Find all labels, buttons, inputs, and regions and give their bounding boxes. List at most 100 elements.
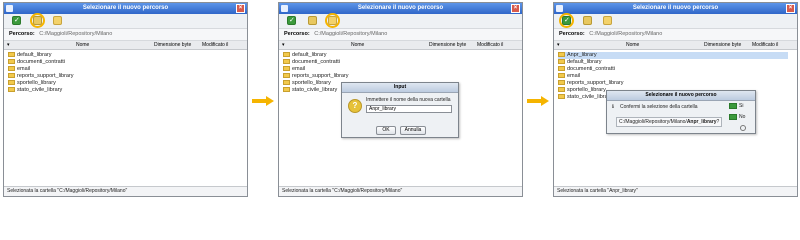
list-item[interactable]: default_library bbox=[8, 52, 52, 59]
column-header: ▾ Nome Dimensione byte Modificato il bbox=[554, 41, 797, 50]
arrow-shaft bbox=[527, 99, 542, 103]
col-size[interactable]: Dimensione byte bbox=[429, 41, 466, 49]
list-item[interactable]: default_library bbox=[283, 52, 327, 59]
item-label: email bbox=[292, 66, 306, 72]
col-size[interactable]: Dimensione byte bbox=[154, 41, 191, 49]
path-row: Percorso: C:/Maggioli/Repository/Milano bbox=[279, 29, 522, 41]
list-item[interactable]: sportello_library bbox=[283, 80, 331, 87]
arrow-head bbox=[541, 96, 549, 106]
path-label: Percorso: bbox=[559, 31, 585, 37]
toolbar bbox=[4, 13, 247, 29]
folder-up-icon[interactable] bbox=[583, 16, 592, 25]
folder-icon bbox=[8, 80, 15, 86]
item-label: sportello_library bbox=[567, 87, 606, 93]
close-button[interactable]: × bbox=[236, 4, 245, 13]
new-folder-icon[interactable] bbox=[53, 16, 62, 25]
list-item[interactable]: email bbox=[8, 66, 30, 73]
dialog-message: Confermi la selezione della cartella bbox=[620, 104, 698, 110]
ok-button[interactable]: OK bbox=[376, 126, 396, 135]
list-item[interactable]: documenti_contratti bbox=[283, 59, 340, 66]
folder-chooser-window-2: Selezionare il nuovo percorso × Percorso… bbox=[278, 2, 523, 197]
path-value: C:/Maggioli/Repository/Milano bbox=[314, 31, 388, 37]
folder-name-input[interactable]: Anpr_library bbox=[366, 105, 452, 113]
info-icon: ℹ bbox=[612, 104, 614, 110]
col-name[interactable]: Nome bbox=[626, 41, 639, 49]
item-label: sportello_library bbox=[17, 80, 56, 86]
col-modified[interactable]: Modificato il bbox=[752, 41, 778, 49]
col-name[interactable]: Nome bbox=[76, 41, 89, 49]
column-header: ▾ Nome Dimensione byte Modificato il bbox=[4, 41, 247, 50]
col-modified[interactable]: Modificato il bbox=[202, 41, 228, 49]
check-icon[interactable] bbox=[287, 16, 296, 25]
folder-icon bbox=[8, 73, 15, 79]
item-label: email bbox=[17, 66, 31, 72]
cancel-button[interactable]: Annulla bbox=[400, 126, 426, 135]
col-name[interactable]: Nome bbox=[351, 41, 364, 49]
item-label: sportello_library bbox=[292, 80, 331, 86]
window-titlebar: Selezionare il nuovo percorso × bbox=[554, 3, 797, 14]
list-item-selected[interactable]: Anpr_library bbox=[558, 52, 788, 59]
window-titlebar: Selezionare il nuovo percorso × bbox=[4, 3, 247, 14]
arrow-head bbox=[266, 96, 274, 106]
folder-icon bbox=[283, 52, 290, 58]
folder-icon bbox=[558, 80, 565, 86]
list-item[interactable]: stato_civile_library bbox=[558, 94, 612, 101]
window-title: Selezionare il nuovo percorso bbox=[82, 5, 169, 11]
list-item[interactable]: sportello_library bbox=[558, 87, 606, 94]
folder-icon: ▾ bbox=[282, 42, 285, 48]
app-icon bbox=[556, 5, 563, 12]
folder-icon bbox=[283, 59, 290, 65]
check-icon[interactable] bbox=[12, 16, 21, 25]
window-title: Selezionare il nuovo percorso bbox=[357, 5, 444, 11]
toolbar bbox=[279, 13, 522, 29]
list-item[interactable]: reports_support_library bbox=[558, 80, 624, 87]
list-item[interactable]: stato_civile_library bbox=[283, 87, 337, 94]
item-label: default_library bbox=[17, 52, 52, 58]
folder-up-icon[interactable] bbox=[308, 16, 317, 25]
item-label: Anpr_library bbox=[567, 52, 597, 58]
list-item[interactable]: documenti_contratti bbox=[8, 59, 65, 66]
list-item[interactable]: email bbox=[558, 73, 580, 80]
status-bar: Selezionata la cartella "C:/Maggioli/Rep… bbox=[279, 186, 522, 196]
selected-path: C:/Maggioli/Repository/Milano/Anpr_libra… bbox=[616, 117, 723, 127]
confirm-dialog: Selezionare il nuovo percorso ℹ Confermi… bbox=[606, 90, 756, 134]
list-item[interactable]: sportello_library bbox=[8, 80, 56, 87]
folder-icon: ▾ bbox=[7, 42, 10, 48]
highlight-circle bbox=[559, 13, 574, 28]
close-button[interactable]: × bbox=[786, 4, 795, 13]
folder-chooser-window-3: Selezionare il nuovo percorso × Percorso… bbox=[553, 2, 798, 197]
close-button[interactable]: × bbox=[511, 4, 520, 13]
arrow-shaft bbox=[252, 99, 267, 103]
list-item[interactable]: stato_civile_library bbox=[8, 87, 62, 94]
item-label: default_library bbox=[292, 52, 327, 58]
highlight-circle bbox=[30, 13, 45, 28]
list-item[interactable]: default_library bbox=[558, 59, 602, 66]
yes-icon[interactable] bbox=[729, 103, 737, 109]
question-icon: ? bbox=[348, 99, 362, 113]
new-folder-icon[interactable] bbox=[603, 16, 612, 25]
path-folder: Anpr_library bbox=[686, 119, 717, 125]
path-label: Percorso: bbox=[9, 31, 35, 37]
yes-button[interactable]: Si bbox=[739, 103, 743, 109]
list-item[interactable]: reports_support_library bbox=[8, 73, 74, 80]
arrow-right-icon bbox=[527, 96, 549, 106]
status-bar: Selezionata la cartella "Anpr_library" bbox=[554, 186, 797, 196]
col-size[interactable]: Dimensione byte bbox=[704, 41, 741, 49]
col-modified[interactable]: Modificato il bbox=[477, 41, 503, 49]
folder-chooser-window-1: Selezionare il nuovo percorso × Percorso… bbox=[3, 2, 248, 197]
list-item[interactable]: documenti_contratti bbox=[558, 66, 615, 73]
path-value: C:/Maggioli/Repository/Milano bbox=[39, 31, 113, 37]
app-icon bbox=[6, 5, 13, 12]
arrow-right-icon bbox=[252, 96, 274, 106]
column-header: ▾ Nome Dimensione byte Modificato il bbox=[279, 41, 522, 50]
item-label: documenti_contratti bbox=[292, 59, 340, 65]
no-button[interactable]: No bbox=[739, 114, 745, 120]
window-titlebar: Selezionare il nuovo percorso × bbox=[279, 3, 522, 14]
no-icon[interactable] bbox=[729, 114, 737, 120]
path-row: Percorso: C:/Maggioli/Repository/Milano bbox=[554, 29, 797, 41]
folder-icon bbox=[283, 73, 290, 79]
file-list: Anpr_library default_library documenti_c… bbox=[554, 50, 797, 183]
list-item[interactable]: email bbox=[283, 66, 305, 73]
item-label: email bbox=[567, 73, 581, 79]
list-item[interactable]: reports_support_library bbox=[283, 73, 349, 80]
